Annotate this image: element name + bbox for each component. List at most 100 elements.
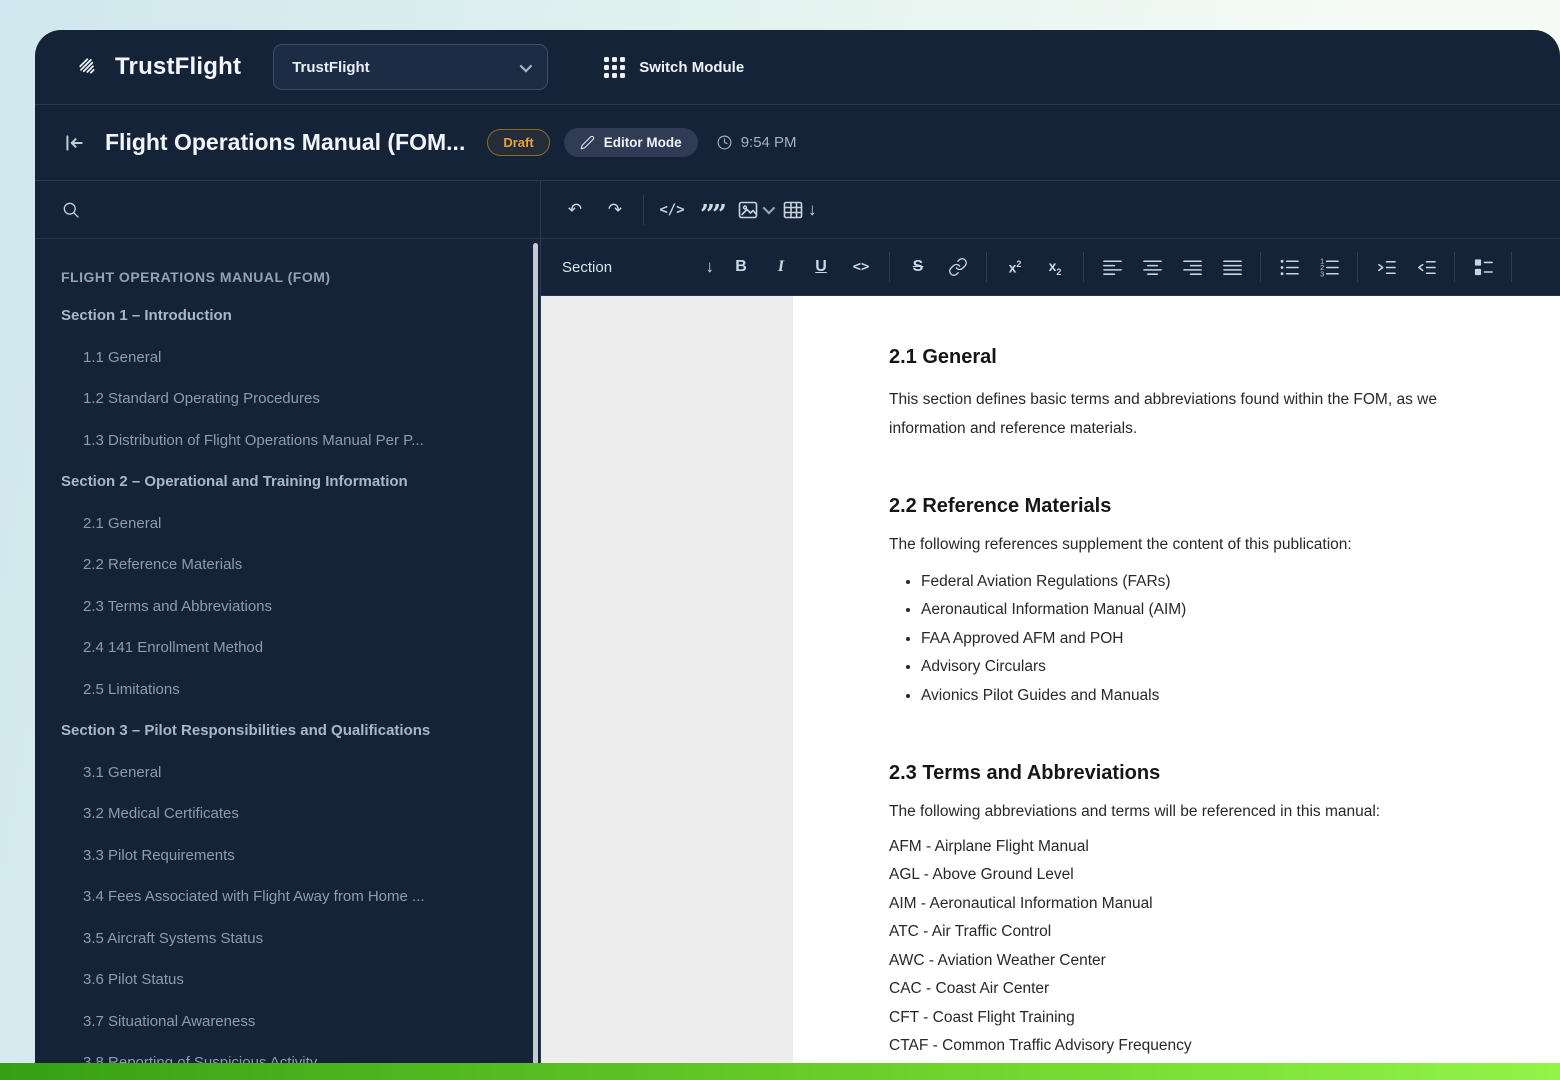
ordered-list-icon: 1 2 3 — [1320, 257, 1339, 278]
toc-item[interactable]: 2.3 Terms and Abbreviations — [35, 586, 540, 628]
toc-item[interactable]: Section 2 – Operational and Training Inf… — [35, 461, 540, 503]
last-edited-time: 9:54 PM — [716, 134, 797, 151]
editor-mode-button[interactable]: Editor Mode — [563, 128, 698, 157]
insert-image-button[interactable] — [737, 192, 776, 228]
toc-item[interactable]: 3.3 Pilot Requirements — [35, 835, 540, 877]
link-button[interactable] — [943, 249, 973, 285]
toc-item[interactable]: 1.2 Standard Operating Procedures — [35, 378, 540, 420]
toc-item[interactable]: 3.6 Pilot Status — [35, 959, 540, 1001]
inline-code-button[interactable]: <> — [846, 249, 876, 285]
main-area: FLIGHT OPERATIONS MANUAL (FOM) Section 1… — [35, 181, 1560, 1080]
indent-icon — [1377, 260, 1396, 274]
outdent-button[interactable] — [1411, 249, 1441, 285]
doc-bullet-item[interactable]: FAA Approved AFM and POH — [921, 625, 1560, 654]
toc-item[interactable]: 3.4 Fees Associated with Flight Away fro… — [35, 876, 540, 918]
switch-module-label: Switch Module — [639, 58, 745, 76]
toolbar-divider — [889, 252, 890, 282]
doc-bullet-item[interactable]: Aeronautical Information Manual (AIM) — [921, 596, 1560, 625]
align-left-button[interactable] — [1097, 249, 1127, 285]
superscript-button[interactable]: x2 — [1000, 249, 1030, 285]
ordered-list-button[interactable]: 1 2 3 — [1314, 249, 1344, 285]
top-navbar: TrustFlight TrustFlight Switch Module — [35, 30, 1560, 105]
block-style-dropdown[interactable]: Section ↓ — [560, 249, 716, 285]
blockquote-button[interactable]: ”” — [697, 192, 727, 228]
organization-selector-value: TrustFlight — [292, 58, 370, 76]
align-right-icon — [1182, 260, 1202, 275]
toc-item[interactable]: 2.5 Limitations — [35, 669, 540, 711]
toolbar-divider — [986, 252, 987, 282]
italic-button[interactable]: I — [766, 249, 796, 285]
toc-item[interactable]: 3.7 Situational Awareness — [35, 1001, 540, 1043]
bullet-list-icon — [1280, 259, 1299, 275]
editor-canvas: 2.1 General This section defines basic t… — [541, 296, 1560, 1080]
table-icon — [783, 201, 803, 218]
editor-mode-label: Editor Mode — [603, 135, 682, 150]
doc-term-line[interactable]: AWC - Aviation Weather Center — [889, 947, 1560, 976]
toc-item[interactable]: 2.4 141 Enrollment Method — [35, 627, 540, 669]
task-list-icon — [1474, 258, 1493, 275]
doc-term-line[interactable]: ATC - Air Traffic Control — [889, 918, 1560, 947]
brand-name: TrustFlight — [115, 53, 242, 80]
doc-heading-2-1[interactable]: 2.1 General — [889, 346, 1560, 368]
doc-terms-list[interactable]: AFM - Airplane Flight Manual AGL - Above… — [889, 833, 1560, 1080]
collapse-sidebar-icon[interactable] — [63, 132, 85, 154]
sidebar-scrollbar[interactable] — [533, 243, 538, 1080]
toc-search[interactable] — [35, 181, 540, 239]
align-center-button[interactable] — [1137, 249, 1167, 285]
align-right-button[interactable] — [1177, 249, 1207, 285]
subscript-button[interactable]: x2 — [1040, 249, 1070, 285]
bullet-list-button[interactable] — [1274, 249, 1304, 285]
toc-sidebar: FLIGHT OPERATIONS MANUAL (FOM) Section 1… — [35, 181, 541, 1080]
task-list-button[interactable] — [1468, 249, 1498, 285]
redo-button[interactable]: ↷ — [600, 192, 630, 228]
chevron-down-icon — [519, 59, 533, 72]
toc-item[interactable]: 1.1 General — [35, 337, 540, 379]
doc-bullet-item[interactable]: Federal Aviation Regulations (FARs) — [921, 568, 1560, 597]
justify-button[interactable] — [1217, 249, 1247, 285]
doc-term-line[interactable]: CAC - Coast Air Center — [889, 975, 1560, 1004]
toc-item[interactable]: 2.2 Reference Materials — [35, 544, 540, 586]
toc-item[interactable]: Section 1 – Introduction — [35, 295, 540, 337]
indent-button[interactable] — [1371, 249, 1401, 285]
switch-module-button[interactable]: Switch Module — [604, 56, 745, 78]
document-header: Flight Operations Manual (FOM... Draft E… — [35, 105, 1560, 181]
doc-bullet-item[interactable]: Advisory Circulars — [921, 653, 1560, 682]
insert-table-button[interactable]: ↓ — [782, 192, 817, 228]
toolbar-divider — [1511, 252, 1512, 282]
doc-heading-2-2[interactable]: 2.2 Reference Materials — [889, 495, 1560, 517]
doc-term-line[interactable]: AFM - Airplane Flight Manual — [889, 833, 1560, 862]
toc-item[interactable]: 3.1 General — [35, 752, 540, 794]
code-block-button[interactable]: </> — [657, 192, 687, 228]
toolbar-divider — [643, 194, 644, 225]
align-center-icon — [1142, 260, 1162, 275]
doc-bullet-item[interactable]: Avionics Pilot Guides and Manuals — [921, 682, 1560, 711]
doc-term-line[interactable]: CFT - Coast Flight Training — [889, 1004, 1560, 1033]
organization-selector[interactable]: TrustFlight — [273, 44, 549, 90]
toc-item[interactable]: 3.5 Aircraft Systems Status — [35, 918, 540, 960]
toolbar-divider — [1454, 252, 1455, 282]
doc-bullet-list[interactable]: Federal Aviation Regulations (FARs) Aero… — [889, 568, 1560, 711]
doc-term-line[interactable]: AIM - Aeronautical Information Manual — [889, 890, 1560, 919]
doc-paragraph[interactable]: The following abbreviations and terms wi… — [889, 798, 1560, 827]
doc-term-line[interactable]: AGL - Above Ground Level — [889, 861, 1560, 890]
clock-icon — [717, 135, 732, 150]
doc-paragraph[interactable]: The following references supplement the … — [889, 531, 1560, 560]
undo-button[interactable]: ↶ — [560, 192, 590, 228]
toc-list: FLIGHT OPERATIONS MANUAL (FOM) Section 1… — [35, 239, 540, 1080]
doc-term-line[interactable]: CTAF - Common Traffic Advisory Frequency — [889, 1032, 1560, 1061]
doc-paragraph[interactable]: This section defines basic terms and abb… — [889, 386, 1560, 443]
app-window: TrustFlight TrustFlight Switch Module Fl… — [35, 30, 1560, 1080]
toc-item[interactable]: Section 3 – Pilot Responsibilities and Q… — [35, 710, 540, 752]
toc-title: FLIGHT OPERATIONS MANUAL (FOM) — [61, 269, 331, 285]
toc-item[interactable]: 3.2 Medical Certificates — [35, 793, 540, 835]
doc-heading-2-3[interactable]: 2.3 Terms and Abbreviations — [889, 762, 1560, 784]
bold-button[interactable]: B — [726, 249, 756, 285]
toc-item[interactable]: 1.3 Distribution of Flight Operations Ma… — [35, 420, 540, 462]
underline-button[interactable]: U — [806, 249, 836, 285]
brand: TrustFlight — [75, 53, 241, 81]
document-page[interactable]: 2.1 General This section defines basic t… — [793, 296, 1560, 1080]
toc-item[interactable]: 2.1 General — [35, 503, 540, 545]
toolbar-divider — [1260, 252, 1261, 282]
outdent-icon — [1417, 260, 1436, 274]
strikethrough-button[interactable]: S — [903, 249, 933, 285]
